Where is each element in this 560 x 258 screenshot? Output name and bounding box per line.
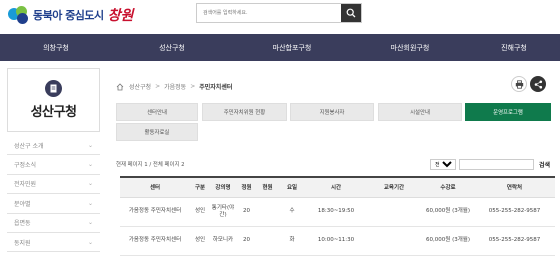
column-header: 시간 — [306, 176, 366, 198]
share-icon — [534, 80, 542, 88]
table-cell — [257, 226, 278, 256]
tab-programs[interactable]: 운영프로그램 — [465, 103, 551, 121]
site-logo[interactable]: 동북아 중심도시 창원 — [8, 4, 133, 26]
search-scope-select[interactable]: 전체 — [430, 159, 456, 170]
breadcrumb-separator: > — [155, 83, 161, 90]
column-header: 현원 — [257, 176, 278, 198]
table-cell: 수 — [278, 197, 306, 227]
top-header: 동북아 중심도시 창원 — [0, 0, 560, 34]
nav-item-uichang[interactable]: 의창구청 — [0, 34, 112, 61]
search-input[interactable] — [197, 4, 341, 22]
chevron-down-icon: ⌄ — [87, 161, 93, 169]
table-cell: 가음정동 주민자치센터 — [120, 226, 190, 256]
table-cell: 60,000원 (3개월) — [422, 226, 474, 256]
table-row: 가음정동 주민자치센터 성인 하모니카 20 화 10:00~11:30 60,… — [120, 226, 555, 256]
sidebar-item-label: 읍면동 — [14, 220, 31, 228]
column-header: 수강료 — [422, 176, 474, 198]
sidebar-item-label: 동지원 — [14, 239, 31, 247]
table-cell-link[interactable]: 하모니카 — [210, 226, 236, 256]
sidebar-item-label: 성산구 소개 — [14, 142, 44, 150]
table-cell: 20 — [236, 226, 257, 256]
column-header: 교육기간 — [366, 176, 422, 198]
sidebar-item-label: 전자민원 — [14, 181, 37, 189]
sidebar-item-label: 구정소식 — [14, 162, 37, 170]
tab-archive[interactable]: 활동자료실 — [116, 123, 198, 141]
keyword-input[interactable] — [459, 159, 534, 170]
table-cell: 60,000원 (3개월) — [422, 197, 474, 227]
search-button[interactable] — [341, 4, 361, 22]
logo-city: 창원 — [107, 8, 134, 24]
breadcrumb-separator: > — [190, 83, 196, 90]
table-cell: 055-255-282-9587 — [474, 226, 555, 256]
table-cell: 가음정동 주민자치센터 — [120, 197, 190, 227]
table-cell: 10:00~11:30 — [306, 226, 366, 256]
chevron-down-icon: ⌄ — [87, 238, 93, 246]
print-button[interactable] — [511, 76, 527, 92]
table-cell — [257, 197, 278, 227]
search-icon — [346, 8, 356, 18]
sidebar-title: 성산구청 — [30, 105, 77, 120]
search-box — [196, 3, 362, 23]
column-header: 구분 — [190, 176, 210, 198]
breadcrumb-item[interactable]: 성산구청 — [129, 82, 151, 91]
nav-item-seongsan[interactable]: 성산구청 — [112, 34, 232, 61]
table-cell — [366, 197, 422, 227]
table-cell: 20 — [236, 197, 257, 227]
table-cell: 055-255-282-9587 — [474, 197, 555, 227]
nav-item-masanhoewon[interactable]: 마산회원구청 — [352, 34, 468, 61]
logo-text: 동북아 중심도시 — [33, 9, 104, 22]
sidebar-item-civil[interactable]: 전자민원 ⌄ — [7, 175, 100, 195]
document-icon — [45, 80, 62, 97]
sidebar-item-support[interactable]: 동지원 ⌄ — [7, 233, 100, 253]
nav-item-masanhappo[interactable]: 마산합포구청 — [232, 34, 352, 61]
sidebar-header: 성산구청 — [7, 68, 100, 132]
tab-facilities[interactable]: 시설안내 — [378, 103, 462, 121]
sidebar-item-dong[interactable]: 읍면동 ⌄ — [7, 214, 100, 233]
chevron-down-icon: ⌄ — [87, 219, 93, 227]
sidebar-item-label: 분야별 — [14, 200, 31, 208]
tab-committee[interactable]: 주민자치위원 현황 — [202, 103, 287, 121]
table-cell — [366, 226, 422, 256]
program-table: 센터 구분 강의명 정원 현원 요일 시간 교육기간 수강료 연락처 가음정동 … — [120, 176, 555, 256]
search-submit-button[interactable]: 검색 — [539, 160, 550, 169]
search-filter: 전체 검색 — [430, 159, 550, 170]
table-cell: 성인 — [190, 226, 210, 256]
sidebar-item-field[interactable]: 분야별 ⌄ — [7, 194, 100, 214]
nav-item-jinhae[interactable]: 진해구청 — [468, 34, 560, 61]
column-header: 연락처 — [474, 176, 555, 198]
breadcrumb-item[interactable]: 가음정동 — [164, 82, 186, 91]
table-header-row: 센터 구분 강의명 정원 현원 요일 시간 교육기간 수강료 연락처 — [120, 176, 555, 198]
column-header: 강의명 — [210, 176, 236, 198]
chevron-down-icon: ⌄ — [87, 180, 93, 188]
table-cell: 화 — [278, 226, 306, 256]
tab-center-info[interactable]: 센터안내 — [116, 103, 198, 121]
sidebar-item-intro[interactable]: 성산구 소개 ⌄ — [7, 136, 100, 156]
table-cell: 18:30~19:50 — [306, 197, 366, 227]
column-header: 요일 — [278, 176, 306, 198]
chevron-down-icon: ⌄ — [87, 141, 93, 149]
table-row: 가음정동 주민자치센터 성인 통기타(야간) 20 수 18:30~19:50 … — [120, 197, 555, 227]
tab-volunteers[interactable]: 지원봉사자 — [290, 103, 374, 121]
sidebar-menu: 성산구 소개 ⌄ 구정소식 ⌄ 전자민원 ⌄ 분야별 ⌄ 읍면동 ⌄ 동지원 ⌄ — [7, 136, 100, 253]
chevron-down-icon: ⌄ — [87, 199, 93, 207]
breadcrumb: 성산구청 > 가음정동 > 주민자치센터 — [116, 82, 232, 91]
share-button[interactable] — [530, 76, 546, 92]
column-header: 센터 — [120, 176, 190, 198]
page-info: 현재 페이지 1 / 전체 페이지 2 — [116, 162, 185, 168]
home-icon[interactable] — [116, 82, 124, 91]
sidebar: 성산구청 성산구 소개 ⌄ 구정소식 ⌄ 전자민원 ⌄ 분야별 ⌄ 읍면동 ⌄ … — [7, 68, 100, 253]
sidebar-item-news[interactable]: 구정소식 ⌄ — [7, 155, 100, 175]
main-nav: 의창구청 성산구청 마산합포구청 마산회원구청 진해구청 — [0, 34, 560, 61]
column-header: 정원 — [236, 176, 257, 198]
breadcrumb-current: 주민자치센터 — [199, 84, 233, 91]
table-cell: 성인 — [190, 197, 210, 227]
print-icon — [515, 79, 523, 89]
table-cell-link[interactable]: 통기타(야간) — [210, 197, 236, 227]
logo-mark-icon — [8, 6, 30, 24]
